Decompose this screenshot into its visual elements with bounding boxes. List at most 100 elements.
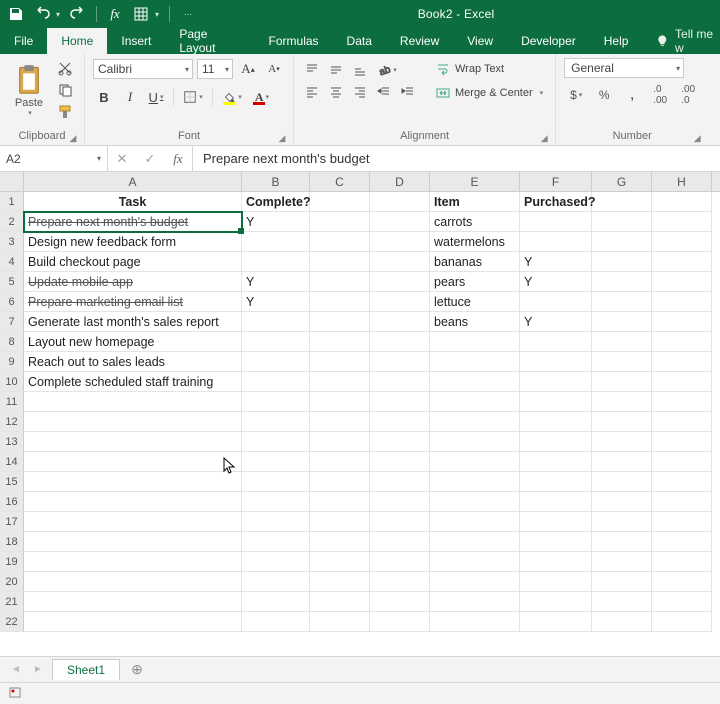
cell-F19[interactable] — [520, 552, 592, 572]
cell-C11[interactable] — [310, 392, 370, 412]
cell-D21[interactable] — [370, 592, 430, 612]
col-header-C[interactable]: C — [310, 172, 370, 191]
top-align-button[interactable] — [302, 61, 322, 79]
cut-button[interactable] — [54, 58, 76, 78]
cell-B3[interactable] — [242, 232, 310, 252]
comma-format-button[interactable]: , — [620, 84, 644, 106]
cell-D7[interactable] — [370, 312, 430, 332]
cell-F22[interactable] — [520, 612, 592, 632]
cell-A18[interactable] — [24, 532, 242, 552]
paste-button[interactable]: Paste ▾ — [8, 63, 50, 117]
copy-button[interactable] — [54, 80, 76, 100]
cell-G6[interactable] — [592, 292, 652, 312]
cell-F1[interactable]: Purchased? — [520, 192, 592, 212]
tab-home[interactable]: Home — [47, 28, 107, 54]
cell-G7[interactable] — [592, 312, 652, 332]
cell-G14[interactable] — [592, 452, 652, 472]
cell-E3[interactable]: watermelons — [430, 232, 520, 252]
cell-D14[interactable] — [370, 452, 430, 472]
cell-H17[interactable] — [652, 512, 712, 532]
cell-F10[interactable] — [520, 372, 592, 392]
cell-F14[interactable] — [520, 452, 592, 472]
col-header-B[interactable]: B — [242, 172, 310, 191]
redo-icon[interactable] — [70, 6, 86, 22]
cell-D1[interactable] — [370, 192, 430, 212]
cell-A19[interactable] — [24, 552, 242, 572]
cell-D20[interactable] — [370, 572, 430, 592]
row-header[interactable]: 10 — [0, 372, 24, 392]
cell-C21[interactable] — [310, 592, 370, 612]
cell-E14[interactable] — [430, 452, 520, 472]
cell-E21[interactable] — [430, 592, 520, 612]
bold-button[interactable]: B — [93, 86, 115, 108]
cell-A5[interactable]: Update mobile app — [24, 272, 242, 292]
increase-indent-button[interactable] — [398, 83, 418, 101]
cell-D17[interactable] — [370, 512, 430, 532]
cell-E8[interactable] — [430, 332, 520, 352]
cell-A21[interactable] — [24, 592, 242, 612]
align-center-button[interactable] — [326, 83, 346, 101]
cell-H15[interactable] — [652, 472, 712, 492]
cell-C9[interactable] — [310, 352, 370, 372]
cell-G10[interactable] — [592, 372, 652, 392]
tab-help[interactable]: Help — [590, 28, 643, 54]
cell-C18[interactable] — [310, 532, 370, 552]
tab-data[interactable]: Data — [333, 28, 386, 54]
cell-B22[interactable] — [242, 612, 310, 632]
cell-E16[interactable] — [430, 492, 520, 512]
row-header[interactable]: 1 — [0, 192, 24, 212]
row-header[interactable]: 21 — [0, 592, 24, 612]
touch-mode-icon[interactable] — [133, 6, 149, 22]
cell-B2[interactable]: Y — [242, 212, 310, 232]
cell-A9[interactable]: Reach out to sales leads — [24, 352, 242, 372]
record-macro-icon[interactable] — [8, 685, 22, 702]
align-left-button[interactable] — [302, 83, 322, 101]
cell-A3[interactable]: Design new feedback form — [24, 232, 242, 252]
cell-F5[interactable]: Y — [520, 272, 592, 292]
col-header-E[interactable]: E — [430, 172, 520, 191]
cell-D6[interactable] — [370, 292, 430, 312]
bottom-align-button[interactable] — [350, 61, 370, 79]
cell-F2[interactable] — [520, 212, 592, 232]
sheet-nav-next-icon[interactable]: ► — [30, 664, 46, 675]
cell-H3[interactable] — [652, 232, 712, 252]
cell-E2[interactable]: carrots — [430, 212, 520, 232]
spreadsheet-grid[interactable]: A B C D E F G H 1TaskComplete?ItemPurcha… — [0, 172, 720, 632]
col-header-G[interactable]: G — [592, 172, 652, 191]
row-header[interactable]: 3 — [0, 232, 24, 252]
row-header[interactable]: 7 — [0, 312, 24, 332]
cancel-icon[interactable]: ✕ — [108, 151, 136, 167]
wrap-text-button[interactable]: Wrap Text — [432, 58, 547, 80]
cell-B11[interactable] — [242, 392, 310, 412]
cell-A20[interactable] — [24, 572, 242, 592]
cell-G20[interactable] — [592, 572, 652, 592]
cell-D16[interactable] — [370, 492, 430, 512]
cell-H4[interactable] — [652, 252, 712, 272]
cell-B12[interactable] — [242, 412, 310, 432]
format-painter-button[interactable] — [54, 102, 76, 122]
formula-input[interactable]: Prepare next month's budget — [193, 146, 720, 171]
row-header[interactable]: 16 — [0, 492, 24, 512]
cell-F7[interactable]: Y — [520, 312, 592, 332]
font-dialog-launcher-icon[interactable]: ◢ — [277, 133, 287, 143]
percent-format-button[interactable]: % — [592, 84, 616, 106]
cell-D3[interactable] — [370, 232, 430, 252]
decrease-indent-button[interactable] — [374, 83, 394, 101]
cell-D9[interactable] — [370, 352, 430, 372]
cell-H16[interactable] — [652, 492, 712, 512]
cell-C13[interactable] — [310, 432, 370, 452]
cell-B10[interactable] — [242, 372, 310, 392]
cell-A1[interactable]: Task — [24, 192, 242, 212]
col-header-H[interactable]: H — [652, 172, 712, 191]
increase-font-size-button[interactable]: A▴ — [237, 58, 259, 80]
decrease-decimal-button[interactable]: .00.0 — [676, 84, 700, 106]
cell-A15[interactable] — [24, 472, 242, 492]
cell-G18[interactable] — [592, 532, 652, 552]
cell-C8[interactable] — [310, 332, 370, 352]
italic-button[interactable]: I — [119, 86, 141, 108]
middle-align-button[interactable] — [326, 61, 346, 79]
tab-page-layout[interactable]: Page Layout — [165, 28, 254, 54]
save-icon[interactable] — [8, 6, 24, 22]
cell-E20[interactable] — [430, 572, 520, 592]
cell-D22[interactable] — [370, 612, 430, 632]
